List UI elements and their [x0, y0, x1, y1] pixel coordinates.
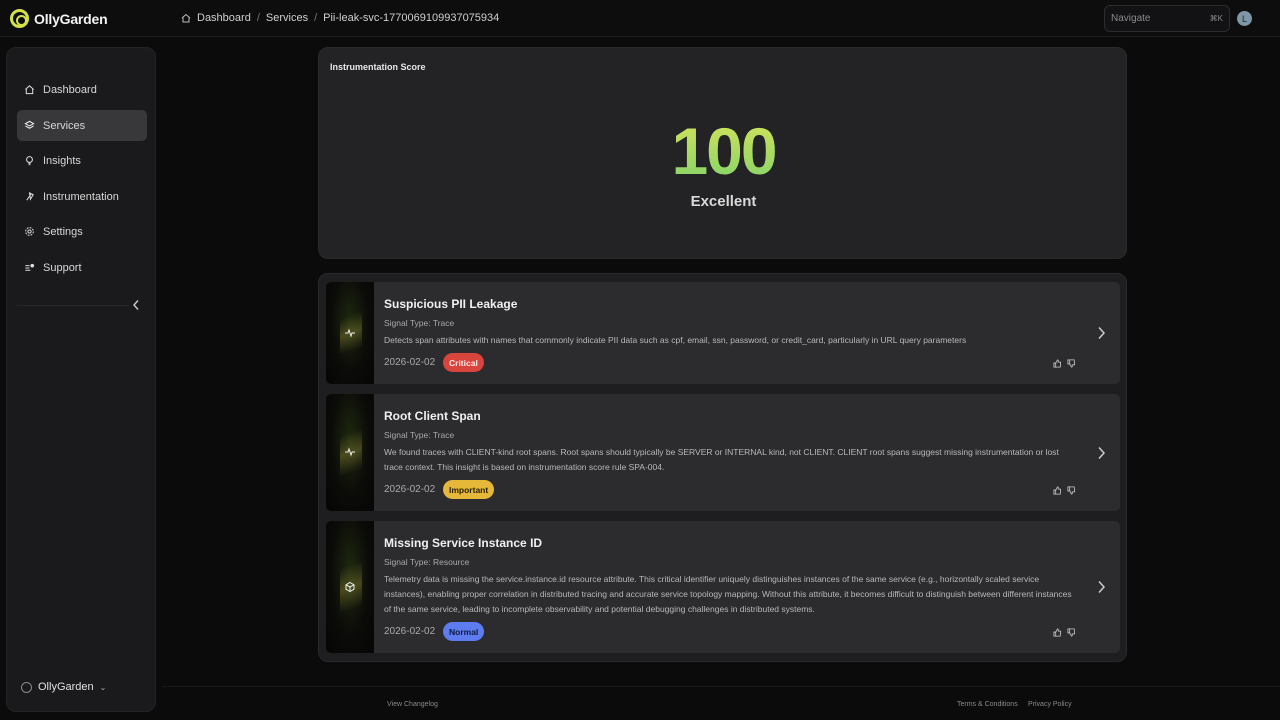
- sidebar-item-support[interactable]: Support: [17, 252, 147, 283]
- avatar[interactable]: L: [1237, 11, 1252, 26]
- insight-signal-type: Signal Type: Resource: [384, 557, 470, 567]
- insight-title: Suspicious PII Leakage: [384, 297, 518, 311]
- insight-thumbnail: [326, 282, 374, 384]
- breadcrumb-dashboard[interactable]: Dashboard: [197, 12, 251, 24]
- breadcrumb-separator: /: [314, 12, 318, 24]
- sidebar: Dashboard Services Insights Instrumentat…: [6, 47, 156, 712]
- sidebar-divider: [17, 305, 129, 306]
- thumbs-up-icon[interactable]: [1053, 628, 1062, 637]
- org-icon: [21, 681, 32, 693]
- feedback-buttons: [1053, 359, 1076, 368]
- sidebar-item-label: Instrumentation: [43, 190, 119, 203]
- insight-date: 2026-02-02: [384, 626, 436, 637]
- sidebar-item-label: Settings: [43, 225, 83, 238]
- breadcrumb-separator: /: [256, 12, 260, 24]
- collapse-sidebar-icon[interactable]: [131, 299, 141, 311]
- terms-link[interactable]: Terms & Conditions: [957, 701, 1018, 708]
- insight-thumbnail: [326, 394, 374, 511]
- thumbs-down-icon[interactable]: [1067, 628, 1076, 637]
- chevron-right-icon[interactable]: [1096, 326, 1106, 340]
- sidebar-item-settings[interactable]: Settings: [17, 216, 147, 247]
- insight-thumbnail: [326, 521, 374, 653]
- navigate-search[interactable]: Navigate ⌘K: [1104, 5, 1230, 32]
- insight-signal-type: Signal Type: Trace: [384, 430, 455, 440]
- breadcrumb-current: Pii-leak-svc-1770069109937075934: [323, 12, 500, 24]
- insight-date: 2026-02-02: [384, 357, 436, 368]
- gear-icon: [25, 227, 34, 236]
- home-icon: [181, 13, 191, 23]
- resource-icon: [345, 581, 355, 593]
- instrumentation-score-card: Instrumentation Score 100 Excellent: [318, 47, 1127, 259]
- insight-description: Detects span attributes with names that …: [384, 335, 967, 345]
- score-title: Instrumentation Score: [330, 62, 426, 72]
- score-rating: Excellent: [690, 193, 757, 210]
- instrumentation-icon: [26, 191, 34, 201]
- footer: View Changelog Terms & Conditions Privac…: [162, 686, 1280, 720]
- insight-card[interactable]: Suspicious PII Leakage Signal Type: Trac…: [326, 282, 1120, 384]
- trace-icon: [345, 328, 355, 338]
- insight-description: Telemetry data is missing the service.in…: [384, 574, 1072, 614]
- navigate-placeholder: Navigate: [1111, 13, 1151, 24]
- ollygarden-logo-icon: [10, 9, 29, 28]
- lightbulb-icon: [26, 156, 33, 166]
- sidebar-item-label: Services: [43, 119, 86, 132]
- sidebar-item-insights[interactable]: Insights: [17, 145, 147, 176]
- layers-icon: [24, 120, 35, 129]
- org-switcher[interactable]: OllyGarden ⌄: [21, 681, 106, 693]
- insight-description: We found traces with CLIENT-kind root sp…: [384, 447, 1059, 472]
- severity-badge: Normal: [443, 622, 485, 641]
- feedback-buttons: [1053, 628, 1076, 637]
- sidebar-item-services[interactable]: Services: [17, 110, 147, 141]
- score-value: 100: [319, 114, 1128, 188]
- chevron-right-icon[interactable]: [1096, 580, 1106, 594]
- insight-card[interactable]: Root Client Span Signal Type: Trace We f…: [326, 394, 1120, 511]
- sidebar-item-instrumentation[interactable]: Instrumentation: [17, 181, 147, 212]
- insight-signal-type: Signal Type: Trace: [384, 318, 455, 328]
- sidebar-item-dashboard[interactable]: Dashboard: [17, 74, 147, 105]
- shortcut-hint: ⌘K: [1209, 14, 1223, 23]
- thumbs-up-icon[interactable]: [1053, 486, 1062, 495]
- thumbs-up-icon[interactable]: [1053, 359, 1062, 368]
- insight-card[interactable]: Missing Service Instance ID Signal Type:…: [326, 521, 1120, 653]
- severity-badge: Critical: [443, 353, 484, 372]
- insights-panel: Suspicious PII Leakage Signal Type: Trac…: [318, 273, 1127, 662]
- breadcrumb-services[interactable]: Services: [266, 12, 308, 24]
- sidebar-item-label: Dashboard: [43, 83, 97, 96]
- thumbs-down-icon[interactable]: [1067, 486, 1076, 495]
- changelog-link[interactable]: View Changelog: [387, 701, 438, 708]
- severity-badge: Important: [443, 480, 495, 499]
- feedback-buttons: [1053, 486, 1076, 495]
- insight-title: Root Client Span: [384, 409, 481, 423]
- org-name: OllyGarden: [38, 681, 94, 693]
- brand-name: OllyGarden: [34, 10, 108, 27]
- sidebar-item-label: Support: [43, 261, 82, 274]
- privacy-link[interactable]: Privacy Policy: [1028, 701, 1072, 708]
- breadcrumb: Dashboard / Services / Pii-leak-svc-1770…: [181, 12, 499, 24]
- insight-date: 2026-02-02: [384, 484, 436, 495]
- thumbs-down-icon[interactable]: [1067, 359, 1076, 368]
- chevron-right-icon[interactable]: [1096, 446, 1106, 460]
- top-bar: OllyGarden Dashboard / Services / Pii-le…: [0, 0, 1280, 37]
- sidebar-item-label: Insights: [43, 154, 81, 167]
- home-icon: [25, 85, 34, 95]
- trace-icon: [345, 447, 355, 457]
- chevron-down-icon: ⌄: [99, 682, 107, 692]
- brand[interactable]: OllyGarden: [10, 9, 108, 28]
- support-icon: [25, 263, 35, 271]
- insight-title: Missing Service Instance ID: [384, 536, 543, 550]
